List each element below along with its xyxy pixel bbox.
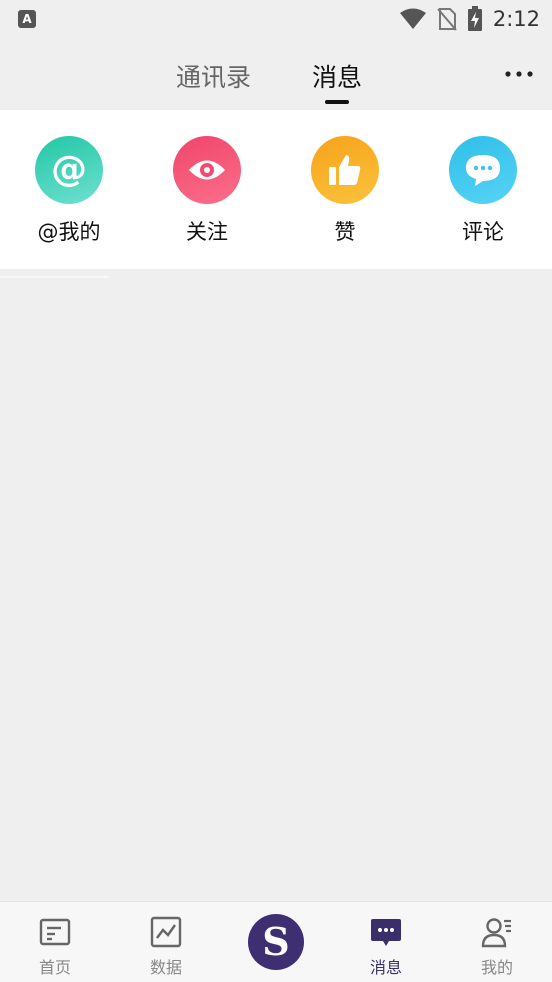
category-at-me[interactable]: @ @我的 [9,136,129,246]
category-label: 关注 [186,220,228,244]
nav-label: 消息 [369,958,402,977]
nav-data[interactable]: 数据 [111,902,221,982]
thumbs-up-icon [311,136,379,204]
comment-icon [449,136,517,204]
chart-icon [150,916,182,948]
header: 通讯录 消息 [0,38,552,110]
tab-messages[interactable]: 消息 [312,58,362,94]
category-label: 评论 [462,220,504,244]
tab-contacts[interactable]: 通讯录 [176,58,251,94]
divider [0,276,108,278]
at-icon: @ [35,136,103,204]
category-like[interactable]: 赞 [285,136,405,246]
center-button-glyph: S [262,919,290,964]
category-comment[interactable]: 评论 [423,136,543,246]
category-follow[interactable]: 关注 [147,136,267,246]
home-icon [39,918,71,946]
more-dots-icon[interactable] [504,64,534,84]
status-bar: A 2:12 [0,0,552,38]
wifi-icon [399,8,426,29]
eye-icon [173,136,241,204]
category-label: 赞 [334,220,356,244]
bottom-navigation: 首页 数据 S 消息 我的 [0,901,552,982]
no-sim-icon [437,8,457,31]
nav-mine[interactable]: 我的 [442,902,552,982]
message-categories: @ @我的 关注 赞 评论 [0,110,552,269]
nav-messages[interactable]: 消息 [331,902,441,982]
nav-label: 首页 [38,958,71,977]
app-notification-icon: A [18,10,36,28]
nav-label: 数据 [149,958,182,977]
nav-label: 我的 [480,958,513,977]
profile-icon [481,918,511,948]
status-time: 2:12 [492,7,540,31]
message-icon [371,919,401,946]
active-tab-indicator [325,100,349,104]
category-label: @我的 [37,220,101,244]
nav-home[interactable]: 首页 [0,902,110,982]
battery-charging-icon [467,6,482,31]
center-action-button[interactable]: S [248,914,304,970]
